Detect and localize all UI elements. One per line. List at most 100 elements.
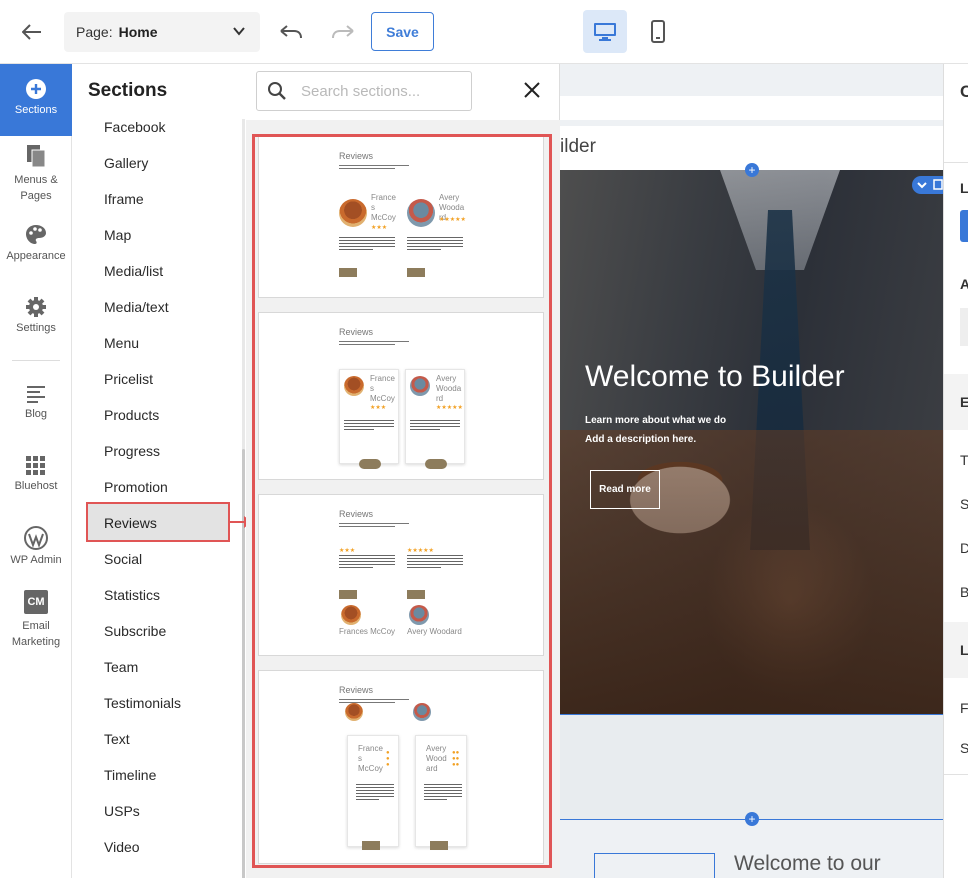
panel-item[interactable]: B [960,584,968,600]
category-item[interactable]: Pricelist [104,371,153,387]
rail-item-menus-pages[interactable]: Menus & Pages [0,144,72,204]
preview-button [359,459,381,469]
rail-item-email-marketing[interactable]: CM Email Marketing [0,590,72,650]
empty-section [560,715,943,819]
preview-button [430,841,448,850]
page-selector-label: Page: [76,24,113,40]
rail-item-appearance[interactable]: Appearance [0,224,72,262]
avatar [407,199,435,227]
rating-stars: ★★★★★ [407,548,434,554]
category-item[interactable]: Testimonials [104,695,181,711]
reviewer-name: France s McCoy [358,744,383,773]
rating-stars: ★★★ [371,225,388,231]
category-label: Reviews [104,515,157,531]
rating-stars: ★★★★★ [439,217,466,223]
panel-label: L [960,642,968,658]
welcome-heading[interactable]: Welcome to our [734,852,881,876]
selected-element-box[interactable] [594,853,715,878]
page-selector[interactable]: Page: Home [64,12,260,52]
hero-subtitle[interactable]: Learn more about what we do [585,415,726,426]
properties-panel: C L A E T S D B L F S [943,64,968,878]
undo-button[interactable] [276,18,306,46]
scrollbar-thumb[interactable] [242,449,245,878]
close-panel-button[interactable] [518,76,546,104]
avatar [413,703,431,721]
review-preview-4[interactable]: Reviews France s McCoy ● ● ● Avery Wood ar… [258,670,544,864]
add-section-button[interactable]: + [745,163,759,177]
page-canvas: ilder Welcome to Builder Learn more abou… [560,64,943,878]
preview-button [407,590,425,599]
category-item[interactable]: Subscribe [104,623,166,639]
redo-button[interactable] [328,18,358,46]
category-item[interactable]: Statistics [104,587,160,603]
panel-item[interactable]: D [960,540,968,556]
panel-item[interactable]: T [960,452,968,468]
category-item[interactable]: Products [104,407,159,423]
review-subcard: France s McCoy ★★★ [339,369,399,464]
rail-item-bluehost[interactable]: Bluehost [0,456,72,492]
panel-control[interactable] [960,308,968,346]
search-input[interactable] [301,82,461,100]
pages-icon [27,145,46,168]
rating-stars: ★★★ [339,548,356,554]
panel-label: E [960,394,968,410]
rail-item-label: Email Marketing [11,620,61,648]
rail-item-settings[interactable]: Settings [0,296,72,334]
mobile-view-button[interactable] [636,10,680,53]
plus-circle-icon [26,79,46,99]
back-button[interactable] [18,18,46,46]
rail-item-label: WP Admin [10,554,62,566]
category-item[interactable]: Gallery [104,155,148,171]
undo-icon [280,25,302,39]
panel-item[interactable]: S [960,740,968,756]
phone-icon [651,19,665,43]
category-item[interactable]: Promotion [104,479,168,495]
search-icon [268,82,286,100]
wordpress-icon [24,526,48,550]
category-item[interactable]: Timeline [104,767,156,783]
category-item[interactable]: Media/list [104,263,163,279]
category-scrollbar[interactable] [242,119,245,878]
palette-icon [26,225,46,244]
chevron-down-icon [917,182,927,189]
review-subcard: Avery Wooda rd ★★★★★ [405,369,465,464]
rating-stars: ●● ●● ●● [452,750,460,768]
preview-button [339,590,357,599]
category-item[interactable]: Menu [104,335,139,351]
review-subcard: Avery Wood ard ●● ●● ●● [415,735,467,847]
preview-button [425,459,447,469]
category-item[interactable]: Map [104,227,131,243]
category-item[interactable]: Progress [104,443,160,459]
review-preview-3[interactable]: Reviews ★★★ ★★★★★ Frances McCoy Avery Wo… [258,494,544,656]
category-item[interactable]: Facebook [104,119,165,135]
rail-item-sections[interactable]: Sections [0,64,72,136]
save-button[interactable]: Save [371,12,434,51]
category-reviews-selected[interactable]: Reviews [86,502,230,542]
panel-label: A [960,276,968,292]
category-item[interactable]: Iframe [104,191,144,207]
grid-icon [26,456,45,475]
section-edit-badge[interactable] [912,176,943,194]
hero-description[interactable]: Add a description here. [585,434,696,445]
category-item[interactable]: Text [104,731,130,747]
category-item[interactable]: Team [104,659,138,675]
category-item[interactable]: Media/text [104,299,169,315]
category-item[interactable]: Video [104,839,140,855]
rating-stars: ★★★ [370,405,387,411]
read-more-button[interactable]: Read more [590,470,660,509]
panel-item[interactable]: F [960,700,968,716]
rail-item-blog[interactable]: Blog [0,384,72,420]
panel-item[interactable]: S [960,496,968,512]
desktop-view-button[interactable] [583,10,627,53]
preview-heading: Reviews [339,327,374,337]
category-item[interactable]: Social [104,551,142,567]
review-preview-1[interactable]: Reviews France s McCoy ★★★ Avery Wooda r… [258,136,544,298]
category-item[interactable]: USPs [104,803,140,819]
add-section-button[interactable]: + [745,812,759,826]
avatar [339,199,367,227]
rail-item-wp-admin[interactable]: WP Admin [0,526,72,566]
review-preview-2[interactable]: Reviews France s McCoy ★★★ Avery Wooda r… [258,312,544,480]
reviewer-name: Avery Wooda rd [436,374,462,403]
hero-title[interactable]: Welcome to Builder [585,360,845,394]
panel-toggle[interactable] [960,210,968,242]
